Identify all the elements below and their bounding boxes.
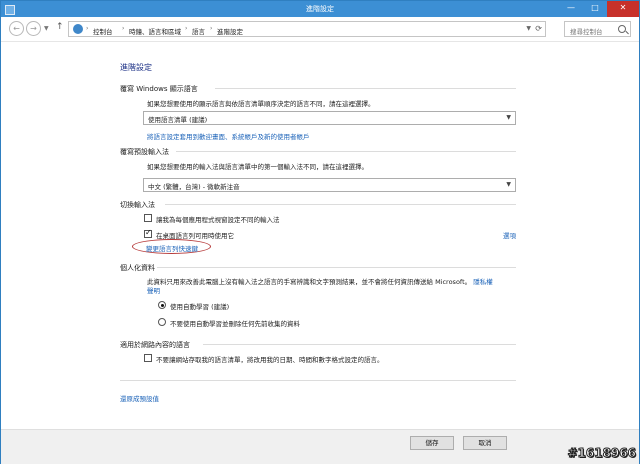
breadcrumb-language[interactable]: 語言 bbox=[192, 26, 205, 36]
change-language-bar-hotkeys-link[interactable]: 變更語言列快速鍵 bbox=[146, 243, 198, 253]
forward-arrow-icon[interactable]: → bbox=[26, 21, 41, 36]
section-divider bbox=[215, 88, 516, 89]
navigation-toolbar: ← → ▼ ↑ › 控制台 › 時鐘、語言和區域 › 語言 › 進階設定 ▼ ⟳… bbox=[1, 17, 639, 42]
address-bar[interactable]: › 控制台 › 時鐘、語言和區域 › 語言 › 進階設定 ▼ ⟳ bbox=[68, 21, 546, 37]
desktop-language-bar-checkbox[interactable] bbox=[144, 228, 152, 238]
auto-learning-radio[interactable] bbox=[158, 301, 166, 309]
title-bar: 進階設定 — □ ✕ bbox=[1, 1, 639, 17]
breadcrumb-separator-icon: › bbox=[122, 25, 125, 32]
chevron-down-icon: ▼ bbox=[506, 181, 511, 188]
section-divider bbox=[176, 151, 516, 152]
web-language-list-checkbox[interactable] bbox=[144, 354, 152, 362]
maximize-button[interactable]: □ bbox=[583, 1, 607, 17]
apply-language-settings-link[interactable]: 將語言設定套用到歡迎畫面、系統帳戶及新的使用者帳戶 bbox=[147, 131, 310, 141]
no-auto-learning-radio[interactable] bbox=[158, 318, 166, 326]
breadcrumb-separator-icon: › bbox=[86, 25, 89, 32]
breadcrumb-separator-icon: › bbox=[185, 25, 188, 32]
display-language-description: 如果您想要使用的顯示語言與依語言清單順序決定的語言不同，請在這裡選擇。 bbox=[147, 100, 375, 108]
up-arrow-icon[interactable]: ↑ bbox=[56, 22, 64, 32]
breadcrumb-separator-icon: › bbox=[210, 25, 213, 32]
display-language-value: 使用語言清單 (建議) bbox=[148, 116, 208, 124]
language-bar-options-link[interactable]: 選項 bbox=[503, 230, 516, 240]
search-icon[interactable] bbox=[618, 25, 626, 33]
watermark-text: #1618966 bbox=[567, 446, 637, 461]
display-language-select[interactable]: 使用語言清單 (建議) ▼ bbox=[143, 111, 516, 125]
search-placeholder: 搜尋控制台 bbox=[570, 28, 603, 36]
web-content-heading: 適用於網路內容的語言 bbox=[120, 341, 190, 349]
address-dropdown-icon[interactable]: ▼ bbox=[526, 25, 531, 32]
display-language-heading: 覆寫 Windows 顯示語言 bbox=[120, 85, 198, 93]
main-content: 進階設定 覆寫 Windows 顯示語言 如果您想要使用的顯示語言與依語言清單順… bbox=[1, 42, 639, 422]
page-title: 進階設定 bbox=[120, 63, 152, 72]
breadcrumb-advanced-settings[interactable]: 進階設定 bbox=[217, 26, 243, 36]
recent-locations-chevron-icon[interactable]: ▼ bbox=[44, 25, 49, 32]
breadcrumb-clock-language-region[interactable]: 時鐘、語言和區域 bbox=[129, 26, 181, 36]
save-button[interactable]: 儲存 bbox=[410, 436, 454, 450]
refresh-icon[interactable]: ⟳ bbox=[535, 24, 542, 33]
default-input-select[interactable]: 中文 (繁體，台灣) - 微軟新注音 ▼ bbox=[143, 178, 516, 192]
close-button[interactable]: ✕ bbox=[607, 1, 639, 17]
control-panel-location-icon bbox=[73, 24, 83, 34]
chevron-down-icon: ▼ bbox=[506, 114, 511, 121]
section-divider bbox=[203, 344, 516, 345]
switch-input-heading: 切換輸入法 bbox=[120, 201, 155, 209]
cancel-button[interactable]: 取消 bbox=[463, 436, 507, 450]
minimize-button[interactable]: — bbox=[559, 1, 583, 17]
privacy-statement-link-cont[interactable]: 聲明 bbox=[147, 285, 160, 295]
auto-learning-label[interactable]: 使用自動學習 (建議) bbox=[170, 301, 229, 311]
back-arrow-icon[interactable]: ← bbox=[9, 21, 24, 36]
privacy-statement-link[interactable]: 隱私權 bbox=[473, 278, 493, 286]
dialog-footer: 儲存 取消 bbox=[1, 429, 639, 464]
advanced-settings-window: 進階設定 — □ ✕ ← → ▼ ↑ › 控制台 › 時鐘、語言和區域 › 語言… bbox=[0, 0, 640, 464]
web-language-list-label[interactable]: 不要讓網站存取我的語言清單，將改用我的日期、時間和數字格式設定的語言。 bbox=[156, 354, 384, 364]
per-app-input-label[interactable]: 讓我為每個應用程式視窗設定不同的輸入法 bbox=[156, 214, 280, 224]
personalization-heading: 個人化資料 bbox=[120, 264, 155, 272]
window-title: 進階設定 bbox=[306, 5, 334, 13]
section-divider bbox=[157, 267, 516, 268]
search-box[interactable]: 搜尋控制台 bbox=[564, 21, 631, 37]
default-input-description: 如果您想要使用的輸入法與語言清單中的第一個輸入法不同，請在這裡選擇。 bbox=[147, 163, 368, 171]
breadcrumb-control-panel[interactable]: 控制台 bbox=[93, 26, 113, 36]
default-input-heading: 覆寫預設輸入法 bbox=[120, 148, 169, 156]
default-input-value: 中文 (繁體，台灣) - 微軟新注音 bbox=[148, 183, 240, 191]
section-divider bbox=[165, 204, 516, 205]
personalization-description-text: 此資料只用來改善此電腦上沒有輸入法之語言的手寫辨識和文字預測結果，並不會將任何資… bbox=[147, 278, 472, 286]
per-app-input-checkbox[interactable] bbox=[144, 214, 152, 222]
personalization-description: 此資料只用來改善此電腦上沒有輸入法之語言的手寫辨識和文字預測結果，並不會將任何資… bbox=[147, 276, 493, 286]
section-divider bbox=[120, 380, 516, 381]
no-auto-learning-label[interactable]: 不要使用自動學習並刪除任何先前收集的資料 bbox=[170, 318, 300, 328]
restore-defaults-link[interactable]: 還原成預設值 bbox=[120, 393, 159, 403]
